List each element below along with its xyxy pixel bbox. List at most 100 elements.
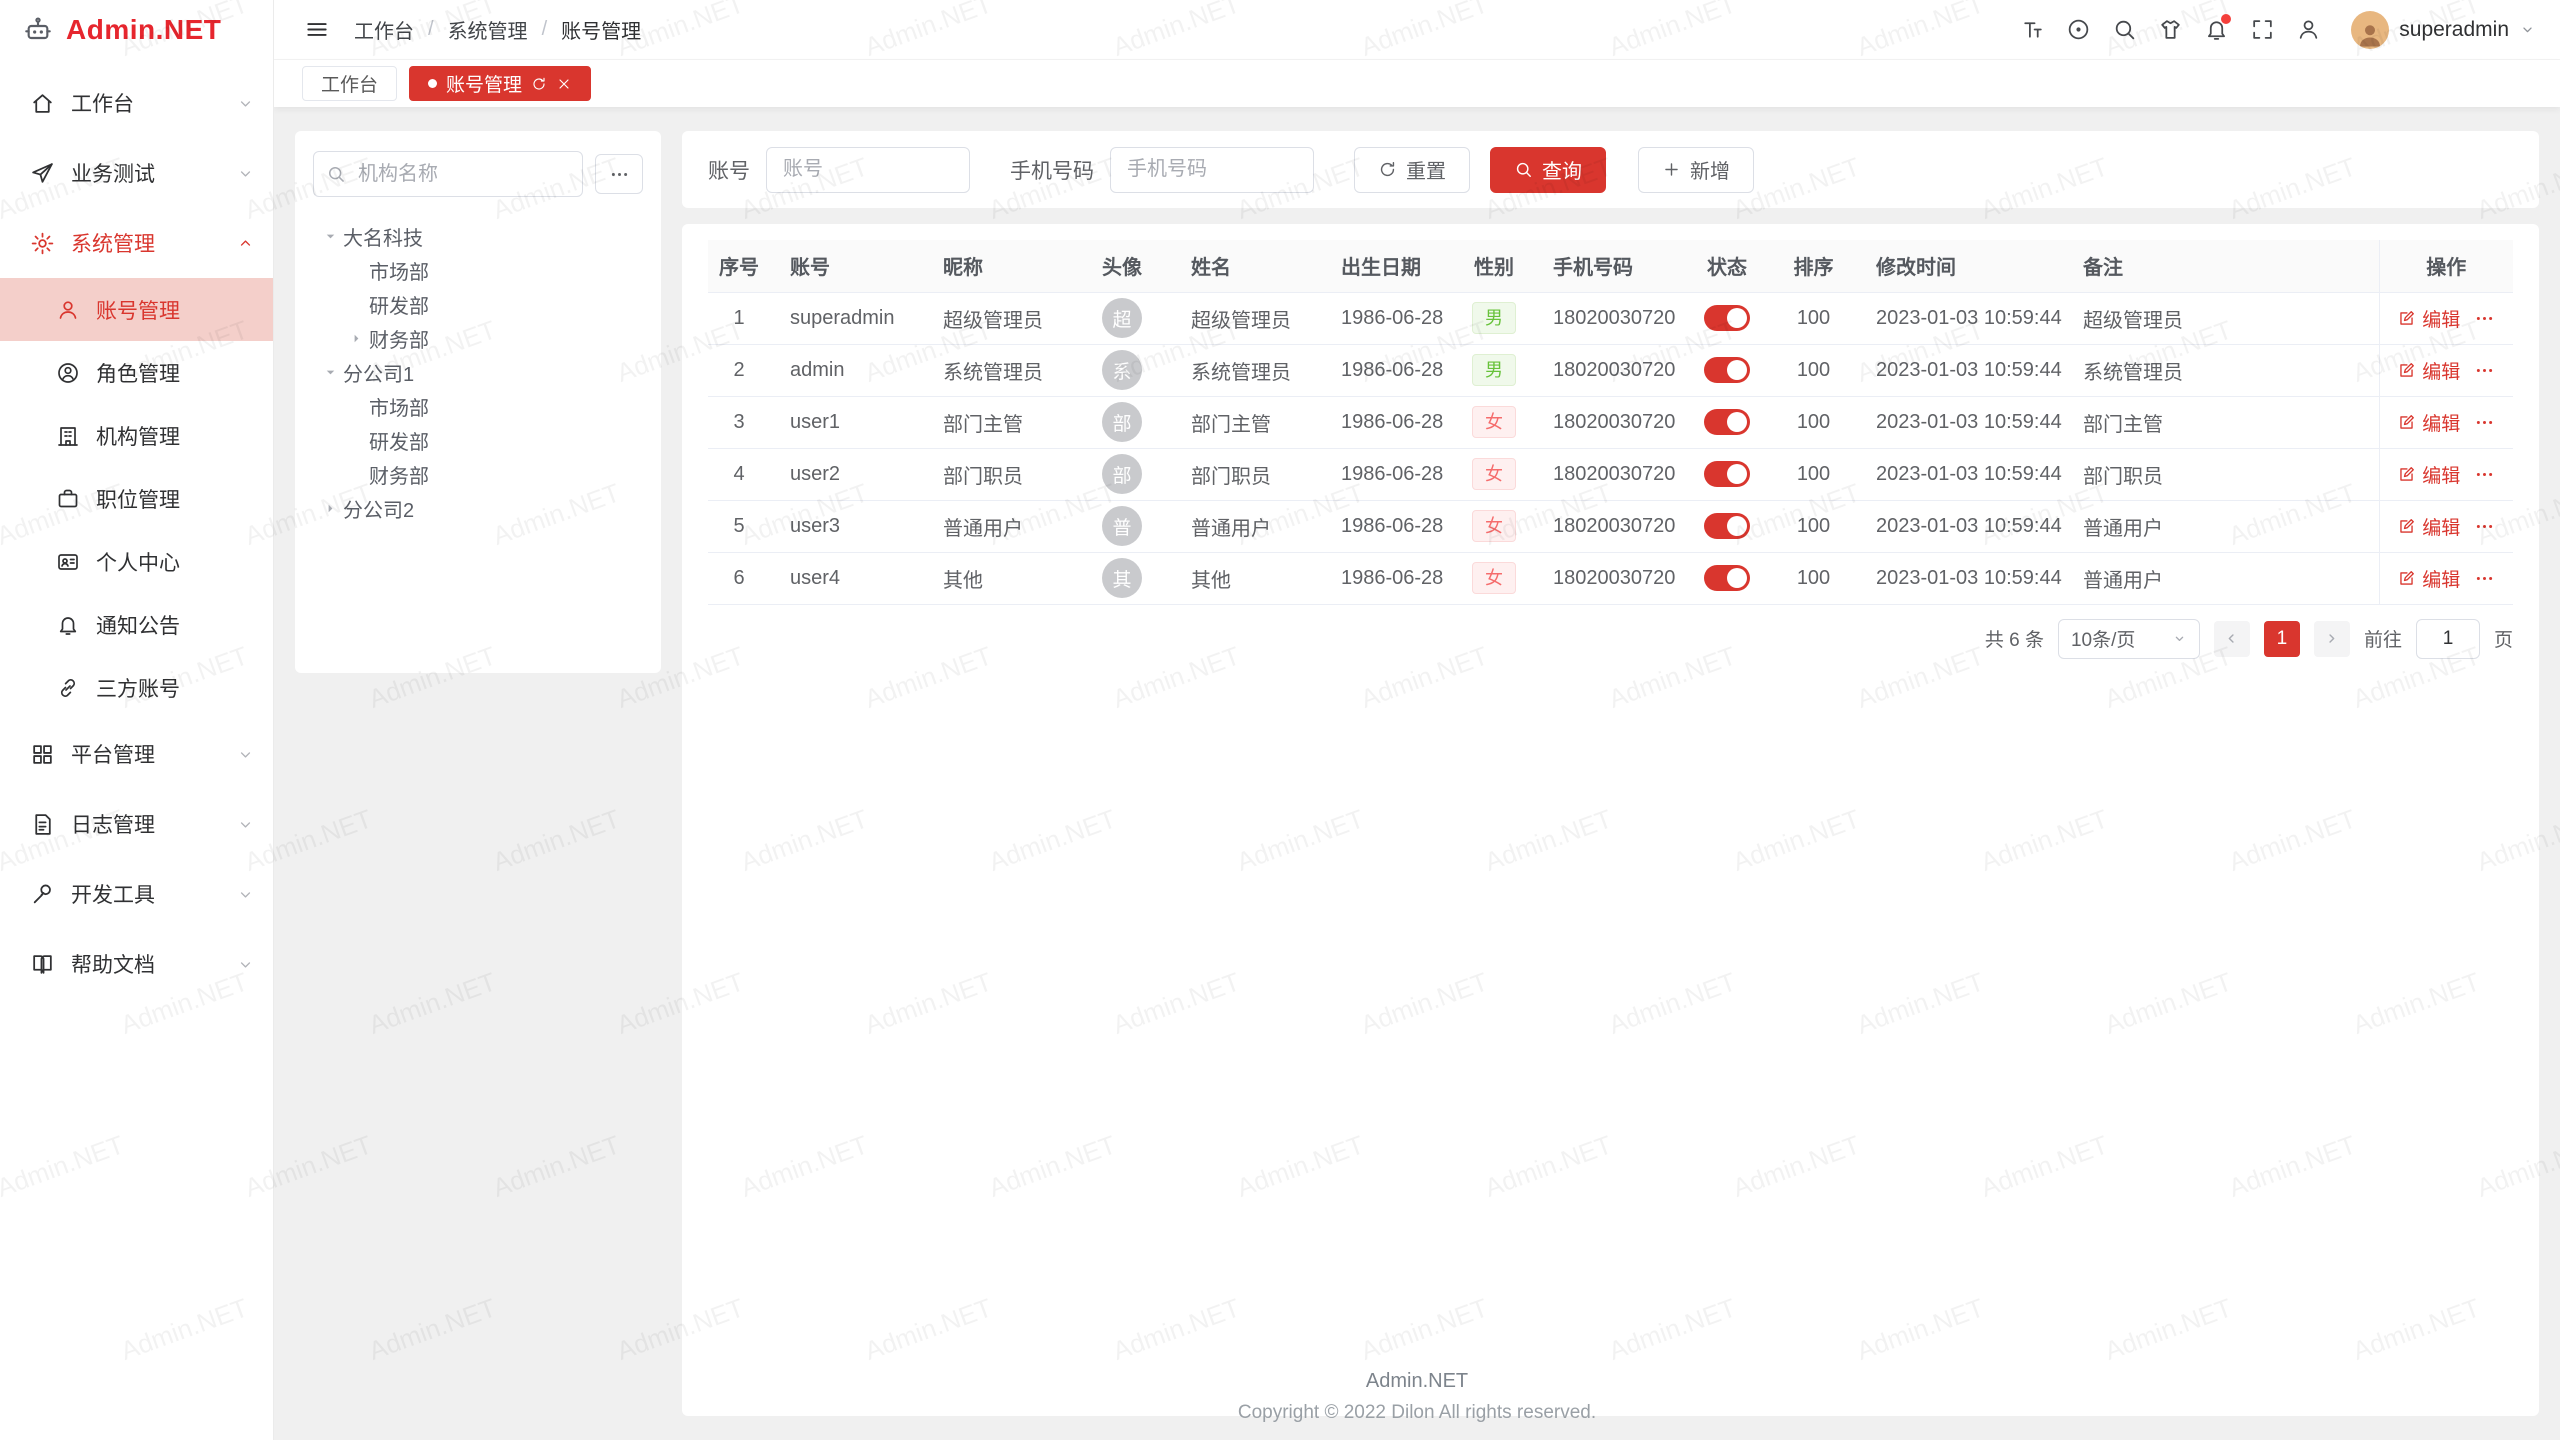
- sidebar-item-label: 工作台: [71, 88, 220, 118]
- page-1-button[interactable]: 1: [2264, 621, 2300, 657]
- status-toggle[interactable]: [1704, 409, 1750, 435]
- search-button[interactable]: 查询: [1490, 147, 1606, 193]
- cell-account: user2: [770, 448, 923, 500]
- table-row: 3user1部门主管部部门主管1986-06-28女18020030720100…: [708, 396, 2513, 448]
- tree-node[interactable]: 财务部: [313, 457, 643, 491]
- sidebar-item-notice-announcement[interactable]: 通知公告: [0, 593, 273, 656]
- tree-node[interactable]: 市场部: [313, 389, 643, 423]
- row-more-button[interactable]: [2474, 360, 2495, 381]
- cell-name: 部门职员: [1171, 448, 1321, 500]
- column-header-gender: 性别: [1455, 240, 1533, 292]
- bell-icon[interactable]: [2195, 9, 2237, 51]
- column-header-sort: 排序: [1771, 240, 1856, 292]
- edit-label: 编辑: [2422, 305, 2460, 332]
- status-toggle[interactable]: [1704, 565, 1750, 591]
- sidebar-item-label: 三方账号: [96, 673, 273, 703]
- account-input[interactable]: [766, 147, 970, 193]
- text-size-icon[interactable]: [2011, 9, 2053, 51]
- tree-node[interactable]: 研发部: [313, 287, 643, 321]
- fullscreen-icon[interactable]: [2241, 9, 2283, 51]
- page-size-select[interactable]: 10条/页: [2058, 619, 2200, 659]
- sidebar-item-help-docs[interactable]: 帮助文档: [0, 929, 273, 999]
- cell-remark: 部门主管: [2063, 396, 2379, 448]
- tab-account-management[interactable]: 账号管理: [409, 66, 591, 101]
- brand-logo[interactable]: Admin.NET: [0, 0, 273, 60]
- shirt-icon[interactable]: [2149, 9, 2191, 51]
- sidebar-item-org-management[interactable]: 机构管理: [0, 404, 273, 467]
- content-area: 大名科技市场部研发部财务部分公司1市场部研发部财务部分公司2 账号 手机号码 重…: [274, 107, 2560, 1440]
- cell-ops: 编辑: [2379, 292, 2513, 344]
- status-toggle[interactable]: [1704, 461, 1750, 487]
- cell-modified: 2023-01-03 10:59:44: [1856, 448, 2063, 500]
- sidebar-item-system-management[interactable]: 系统管理: [0, 208, 273, 278]
- status-toggle[interactable]: [1704, 305, 1750, 331]
- status-toggle[interactable]: [1704, 357, 1750, 383]
- tree-search-wrap: [313, 151, 583, 197]
- submenu: 账号管理角色管理机构管理职位管理个人中心通知公告三方账号: [0, 278, 273, 719]
- edit-button[interactable]: 编辑: [2397, 305, 2460, 332]
- tree-node[interactable]: 市场部: [313, 253, 643, 287]
- row-more-button[interactable]: [2474, 412, 2495, 433]
- breadcrumb-item[interactable]: 工作台: [354, 15, 414, 44]
- sidebar-item-business-test[interactable]: 业务测试: [0, 138, 273, 208]
- sidebar-item-log-management[interactable]: 日志管理: [0, 789, 273, 859]
- footer-copyright: Copyright © 2022 Dilon All rights reserv…: [274, 1402, 2560, 1424]
- status-toggle[interactable]: [1704, 513, 1750, 539]
- circle-dot-icon[interactable]: [2057, 9, 2099, 51]
- edit-button[interactable]: 编辑: [2397, 565, 2460, 592]
- tab-label: 工作台: [321, 70, 378, 97]
- tree-collapse-caret-icon[interactable]: [317, 501, 343, 516]
- refresh-icon[interactable]: [531, 76, 547, 92]
- org-tree-panel: 大名科技市场部研发部财务部分公司1市场部研发部财务部分公司2: [295, 131, 661, 673]
- sidebar-item-profile-center[interactable]: 个人中心: [0, 530, 273, 593]
- breadcrumb-item[interactable]: 系统管理: [448, 15, 528, 44]
- close-icon[interactable]: [556, 76, 572, 92]
- tree-node[interactable]: 分公司1: [313, 355, 643, 389]
- user-menu[interactable]: superadmin: [2351, 11, 2536, 49]
- page-suffix: 页: [2494, 625, 2513, 652]
- edit-button[interactable]: 编辑: [2397, 357, 2460, 384]
- sidebar-item-dev-tools[interactable]: 开发工具: [0, 859, 273, 929]
- prev-page-button[interactable]: [2214, 621, 2250, 657]
- cell-modified: 2023-01-03 10:59:44: [1856, 292, 2063, 344]
- row-more-button[interactable]: [2474, 308, 2495, 329]
- sidebar-item-position-management[interactable]: 职位管理: [0, 467, 273, 530]
- tree-node[interactable]: 财务部: [313, 321, 643, 355]
- sidebar: Admin.NET 工作台业务测试系统管理账号管理角色管理机构管理职位管理个人中…: [0, 0, 274, 1440]
- tab-workbench[interactable]: 工作台: [302, 66, 397, 101]
- tree-collapse-caret-icon[interactable]: [343, 331, 369, 346]
- sidebar-item-platform-management[interactable]: 平台管理: [0, 719, 273, 789]
- row-more-button[interactable]: [2474, 516, 2495, 537]
- hamburger-menu-icon[interactable]: [298, 11, 336, 49]
- row-more-button[interactable]: [2474, 568, 2495, 589]
- phone-input[interactable]: [1110, 147, 1314, 193]
- tree-expand-caret-icon[interactable]: [317, 365, 343, 380]
- tree-node[interactable]: 分公司2: [313, 491, 643, 525]
- sidebar-item-account-management[interactable]: 账号管理: [0, 278, 273, 341]
- edit-button[interactable]: 编辑: [2397, 461, 2460, 488]
- goto-page-input[interactable]: [2416, 619, 2480, 659]
- tree-node[interactable]: 大名科技: [313, 219, 643, 253]
- tree-node[interactable]: 研发部: [313, 423, 643, 457]
- sidebar-item-third-party-account[interactable]: 三方账号: [0, 656, 273, 719]
- next-page-button[interactable]: [2314, 621, 2350, 657]
- sidebar-item-workbench[interactable]: 工作台: [0, 68, 273, 138]
- search-icon[interactable]: [2103, 9, 2145, 51]
- edit-button[interactable]: 编辑: [2397, 513, 2460, 540]
- notification-badge: [2221, 14, 2231, 24]
- tree-more-button[interactable]: [595, 154, 643, 194]
- add-button[interactable]: 新增: [1638, 147, 1754, 193]
- cell-gender: 男: [1455, 344, 1533, 396]
- chevron-down-icon: [2519, 21, 2536, 38]
- cell-avatar: 部: [1073, 448, 1171, 500]
- edit-button[interactable]: 编辑: [2397, 409, 2460, 436]
- org-search-input[interactable]: [313, 151, 583, 197]
- column-header-seq: 序号: [708, 240, 770, 292]
- tree-search-row: [313, 151, 643, 197]
- tree-expand-caret-icon[interactable]: [317, 229, 343, 244]
- sidebar-item-role-management[interactable]: 角色管理: [0, 341, 273, 404]
- row-more-button[interactable]: [2474, 464, 2495, 485]
- reset-button[interactable]: 重置: [1354, 147, 1470, 193]
- cell-sort: 100: [1771, 396, 1856, 448]
- user-icon[interactable]: [2287, 9, 2329, 51]
